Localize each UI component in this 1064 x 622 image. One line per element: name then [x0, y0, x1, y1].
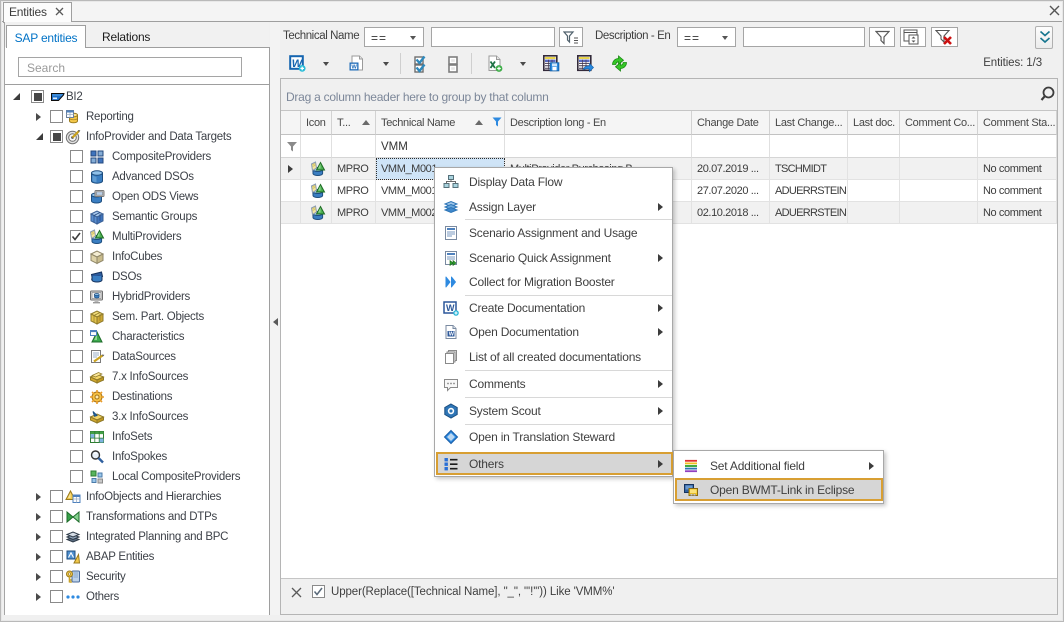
svg-text:W: W: [351, 65, 357, 71]
svg-text:W: W: [449, 332, 455, 338]
